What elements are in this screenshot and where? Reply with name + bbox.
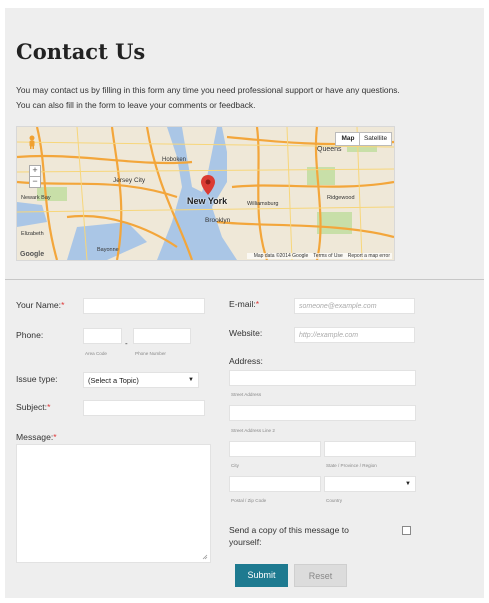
area-code-input[interactable] <box>83 328 122 344</box>
map-label: Jersey City <box>113 177 146 184</box>
page-title: Contact Us <box>16 39 146 64</box>
map-label: Queens <box>317 146 342 153</box>
street-address-input[interactable] <box>229 370 416 386</box>
map-label: Hoboken <box>162 157 187 163</box>
address-label: Address: <box>229 356 263 366</box>
map-pin-icon[interactable] <box>201 175 215 195</box>
dropdown-caret-icon: ▼ <box>188 377 194 383</box>
map-park <box>317 212 352 234</box>
map-type-button[interactable]: Map <box>335 132 361 146</box>
reset-button[interactable]: Reset <box>294 564 347 587</box>
map-label: Elizabeth <box>21 231 44 237</box>
map-label: Brooklyn <box>205 217 231 224</box>
map-label: Newark Bay <box>21 195 51 201</box>
section-divider <box>5 279 484 280</box>
satellite-type-button[interactable]: Satellite <box>359 132 392 146</box>
phone-label: Phone: <box>16 330 44 340</box>
website-input[interactable]: http://example.com <box>294 327 415 343</box>
subject-input[interactable] <box>83 400 205 416</box>
zoom-out-button[interactable]: − <box>29 176 41 188</box>
map-label: Williamsburg <box>247 201 279 207</box>
city-caption: City <box>231 463 239 468</box>
state-caption: State / Province / Region <box>326 463 377 468</box>
intro-line-1: You may contact us by filling in this fo… <box>16 85 400 95</box>
terms-link[interactable]: Terms of Use <box>313 253 342 259</box>
area-code-caption: Area Code <box>85 351 107 356</box>
google-logo: Google <box>20 251 45 258</box>
message-textarea[interactable] <box>16 444 211 563</box>
issue-type-select[interactable]: (Select a Topic) ▼ <box>83 372 199 388</box>
phone-number-input[interactable] <box>133 328 191 344</box>
phone-number-caption: Phone Number <box>135 351 166 356</box>
contact-page: Contact Us You may contact us by filling… <box>5 8 484 598</box>
issue-type-label: Issue type: <box>16 374 58 384</box>
send-copy-label: Send a copy of this message to yourself: <box>229 525 349 547</box>
street-address-caption: Street Address <box>231 392 262 397</box>
name-label: Your Name:* <box>16 300 65 310</box>
postal-code-caption: Postal / Zip Code <box>231 498 267 503</box>
map-footer: Map data ©2014 Google Terms of Use Report … <box>246 253 392 259</box>
issue-type-value: (Select a Topic) <box>88 376 139 385</box>
map-place-label: New York <box>187 196 228 206</box>
location-map[interactable]: Queens Jersey City Hoboken Brooklyn Will… <box>16 126 395 261</box>
map-label: Bayonne <box>97 247 119 253</box>
send-copy-checkbox[interactable] <box>402 526 411 535</box>
street-address-2-input[interactable] <box>229 405 416 421</box>
intro-line-2: You can also fill in the form to leave y… <box>16 100 256 110</box>
map-label: Ridgewood <box>327 195 355 201</box>
map-data-credit: Map data ©2014 Google <box>253 253 309 259</box>
message-label: Message:* <box>16 432 57 442</box>
subject-label: Subject:* <box>16 402 51 412</box>
intro-text: You may contact us by filling in this fo… <box>16 83 481 113</box>
phone-separator: - <box>125 339 128 348</box>
report-error-link[interactable]: Report a map error <box>348 253 390 259</box>
email-input[interactable]: someone@example.com <box>294 298 415 314</box>
postal-code-input[interactable] <box>229 476 321 492</box>
state-input[interactable] <box>324 441 416 457</box>
dropdown-caret-icon: ▼ <box>405 481 411 487</box>
email-label: E-mail:* <box>229 299 260 309</box>
website-label: Website: <box>229 328 263 338</box>
pegman-icon[interactable] <box>27 135 37 149</box>
street-address-2-caption: Street Address Line 2 <box>231 428 275 433</box>
country-select[interactable]: ▼ <box>324 476 416 492</box>
country-caption: Country <box>326 498 343 503</box>
submit-button[interactable]: Submit <box>235 564 288 587</box>
city-input[interactable] <box>229 441 321 457</box>
name-input[interactable] <box>83 298 205 314</box>
resize-handle-icon[interactable] <box>202 554 208 560</box>
